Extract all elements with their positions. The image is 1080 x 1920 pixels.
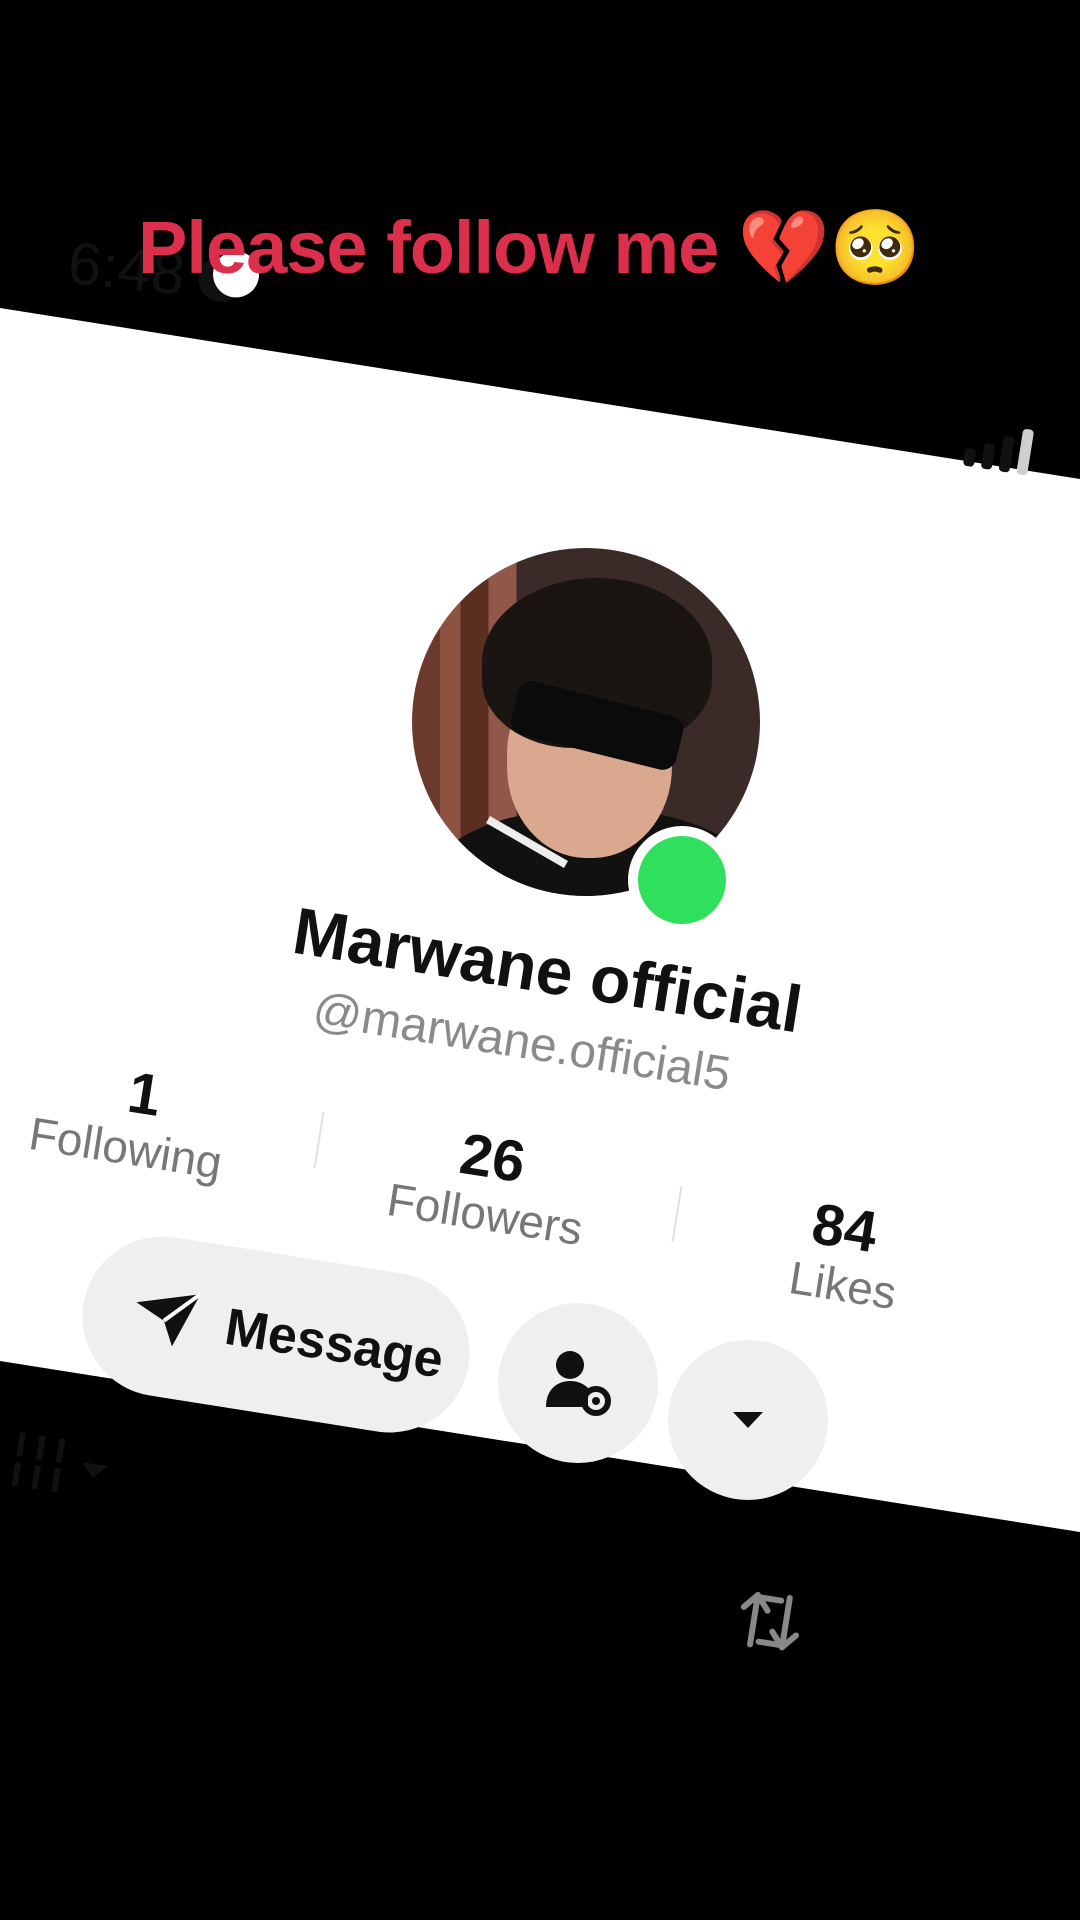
more-dropdown-button[interactable] [668,1340,828,1500]
stat-divider [671,1186,683,1242]
follow-settings-button[interactable] [498,1303,658,1463]
caption-overlay: Please follow me 💔🥺 [138,206,921,289]
message-button-label: Message [221,1297,448,1390]
chevron-down-icon [82,1462,108,1478]
message-button[interactable]: Message [70,1225,482,1445]
signal-icon [962,420,1035,476]
repost-icon [740,1591,800,1651]
profile-screen: 6:48 Please follow me 💔🥺 Marwane officia… [0,0,1080,1920]
stat-divider [313,1112,325,1168]
repost-tab[interactable] [728,1580,811,1667]
send-icon [136,1292,202,1347]
stat-following[interactable]: 1 [120,1058,166,1130]
online-status-dot [628,826,736,934]
grid-icon [11,1432,66,1493]
stat-following-value: 1 [123,1059,166,1129]
dropdown-icon [733,1412,763,1428]
stat-likes-label: Likes [785,1250,900,1320]
user-settings-icon [546,1351,611,1416]
grid-tab[interactable] [11,1432,113,1500]
